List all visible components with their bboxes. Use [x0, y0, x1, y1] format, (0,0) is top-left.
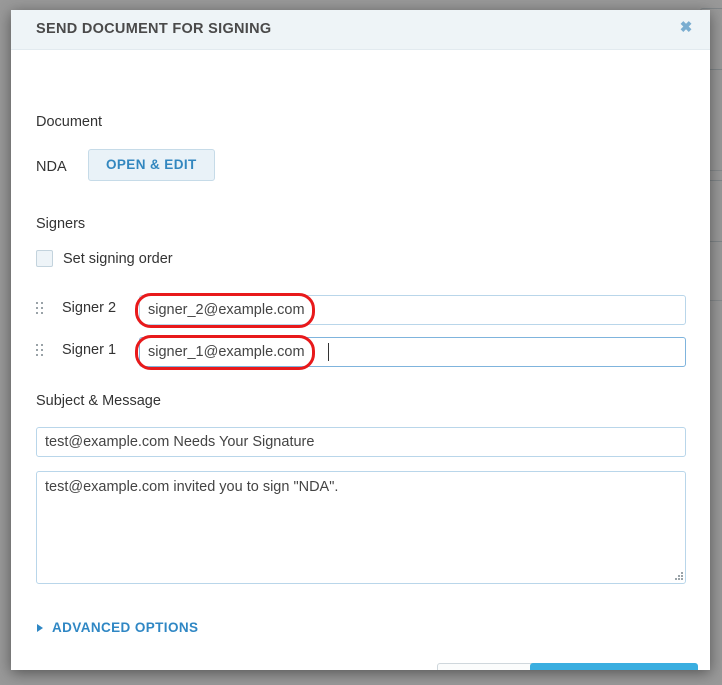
set-signing-order-row[interactable]: Set signing order — [36, 250, 173, 267]
subject-message-heading: Subject & Message — [36, 393, 161, 409]
send-document-modal: SEND DOCUMENT FOR SIGNING ✖ Document NDA… — [11, 10, 710, 670]
set-signing-order-checkbox[interactable] — [36, 250, 53, 267]
signer-email-input[interactable] — [139, 337, 686, 367]
signer-label: Signer 2 — [62, 300, 117, 316]
signer-row: Signer 1 — [36, 337, 686, 367]
subject-input[interactable] — [36, 427, 686, 457]
textarea-resize-handle[interactable] — [674, 572, 684, 582]
close-icon[interactable]: ✖ — [674, 16, 698, 40]
drag-handle-icon[interactable] — [36, 302, 46, 318]
modal-body: Document NDA OPEN & EDIT Signers Set sig… — [11, 50, 710, 670]
set-signing-order-label: Set signing order — [63, 250, 173, 267]
send-document-button[interactable]: SEND DOCUMENT — [530, 663, 699, 670]
document-file-name: NDA — [36, 159, 67, 175]
open-and-edit-button[interactable]: OPEN & EDIT — [88, 149, 215, 181]
modal-header: SEND DOCUMENT FOR SIGNING ✖ — [11, 10, 710, 50]
advanced-options-label: ADVANCED OPTIONS — [52, 620, 199, 635]
document-section-heading: Document — [36, 114, 103, 130]
text-cursor — [328, 343, 329, 361]
advanced-options-toggle[interactable]: ADVANCED OPTIONS — [37, 620, 198, 635]
signer-email-input[interactable] — [139, 295, 686, 325]
signer-row: Signer 2 — [36, 295, 686, 325]
chevron-right-icon — [37, 623, 43, 632]
signer-label: Signer 1 — [62, 342, 117, 358]
message-textarea[interactable]: test@example.com invited you to sign "ND… — [36, 471, 686, 584]
cancel-button[interactable]: CANCEL — [437, 663, 538, 670]
signers-section-heading: Signers — [36, 216, 86, 232]
modal-title: SEND DOCUMENT FOR SIGNING — [36, 21, 272, 37]
drag-handle-icon[interactable] — [36, 344, 46, 360]
